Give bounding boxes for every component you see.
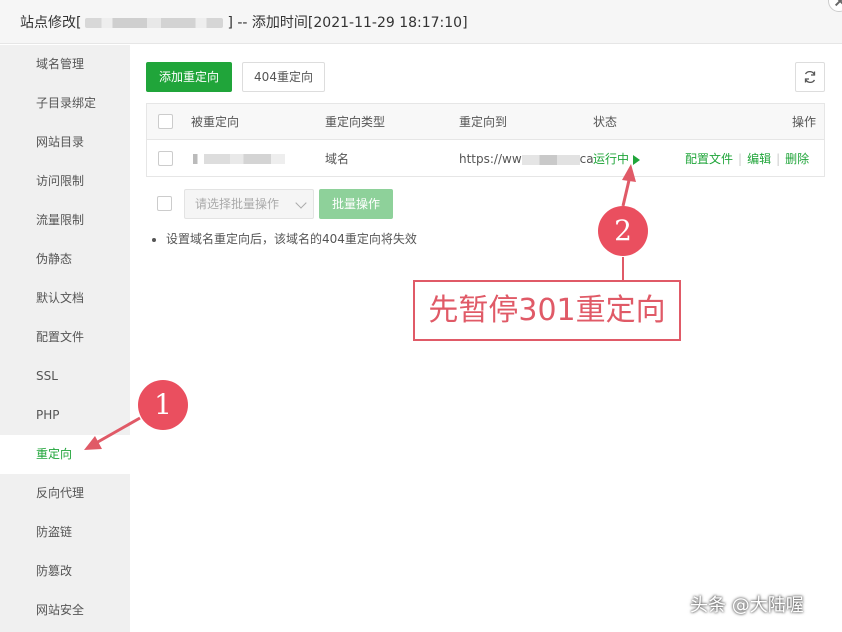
step-2-badge: 2 xyxy=(598,206,648,256)
pause-redirect-callout: 先暂停301重定向 xyxy=(413,280,681,341)
arrow-2-head xyxy=(622,164,636,182)
step-1-badge: 1 xyxy=(138,380,188,430)
site-edit-dialog: 站点修改[] -- 添加时间[2021-11-29 18:17:10] 域名管理… xyxy=(0,0,842,632)
arrow-1-head xyxy=(84,436,102,450)
arrow-1-shaft xyxy=(95,416,141,445)
watermark: 头条 @大陆喔 xyxy=(690,595,804,616)
